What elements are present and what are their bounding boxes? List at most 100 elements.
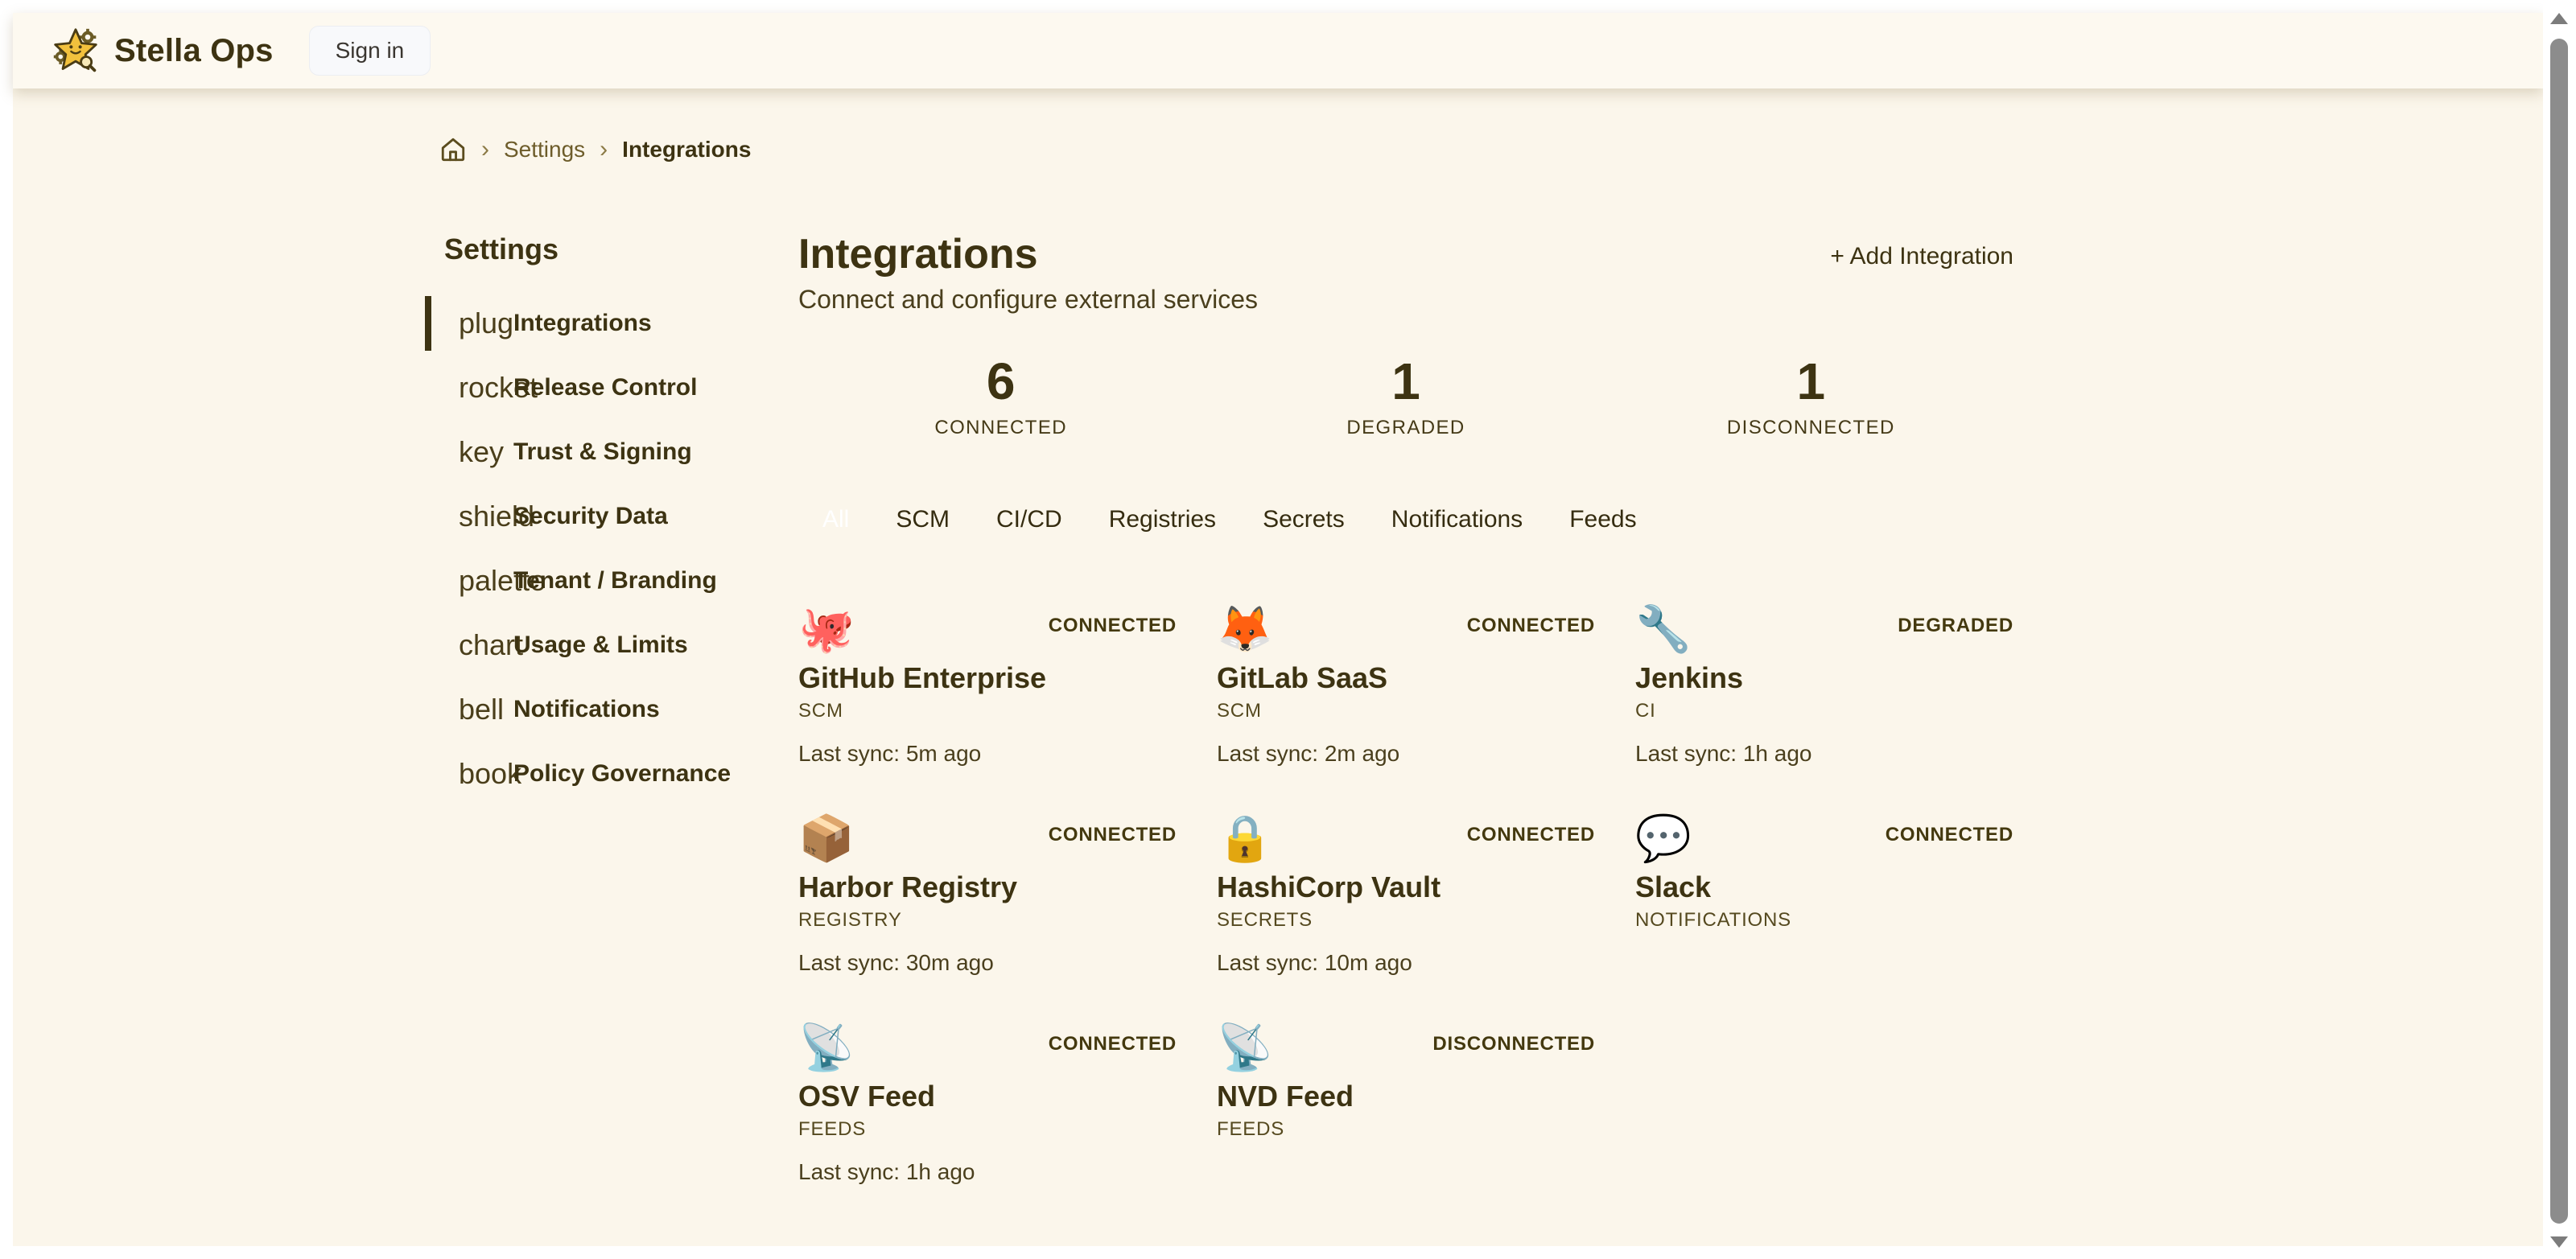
panel-title-block: Integrations Connect and configure exter…	[798, 232, 1258, 315]
integration-type: SCM	[798, 700, 1177, 722]
integration-cards-grid: 🐙 CONNECTED GitHub Enterprise SCM Last s…	[798, 603, 2013, 1186]
integration-card-harbor-registry[interactable]: 📦 CONNECTED Harbor Registry REGISTRY Las…	[798, 813, 1177, 977]
tab-registries[interactable]: Registries	[1109, 506, 1216, 533]
integration-type: SECRETS	[1217, 909, 1595, 932]
status-badge: CONNECTED	[1049, 824, 1177, 846]
integration-name: NVD Feed	[1217, 1080, 1595, 1113]
breadcrumb-separator: ›	[600, 136, 608, 163]
last-sync: Last sync: 2m ago	[1217, 740, 1595, 767]
lock-icon: 🔒	[1217, 813, 1273, 864]
stat-value: 1	[1203, 351, 1608, 412]
sidebar-item-label: Policy Governance	[513, 760, 731, 788]
integration-type: SCM	[1217, 700, 1595, 722]
sidebar-item-label: Tenant / Branding	[513, 567, 717, 595]
sidebar-item-label: Notifications	[513, 696, 660, 723]
last-sync: Last sync: 30m ago	[798, 949, 1177, 977]
stat-disconnected: 1 DISCONNECTED	[1609, 351, 2013, 439]
add-integration-button[interactable]: + Add Integration	[1830, 243, 2013, 270]
sidebar-item-security-data[interactable]: shield Security Data	[412, 484, 798, 549]
last-sync: Last sync: 5m ago	[798, 740, 1177, 767]
page-content: › Settings › Integrations Settings plug …	[13, 88, 2543, 1186]
integration-card-osv-feed[interactable]: 📡 CONNECTED OSV Feed FEEDS Last sync: 1h…	[798, 1022, 1177, 1186]
plug-icon: plug	[459, 307, 513, 340]
package-icon: 📦	[798, 813, 855, 864]
scrollbar-thumb[interactable]	[2550, 39, 2568, 1224]
stat-connected: 6 CONNECTED	[798, 351, 1203, 439]
stat-value: 1	[1609, 351, 2013, 412]
category-tabs: All SCM CI/CD Registries Secrets Notific…	[822, 504, 2013, 536]
status-badge: CONNECTED	[1467, 824, 1595, 846]
integration-card-nvd-feed[interactable]: 📡 DISCONNECTED NVD Feed FEEDS	[1217, 1022, 1595, 1186]
settings-sidebar: Settings plug Integrations rocket Releas…	[412, 232, 798, 1186]
key-icon: key	[459, 435, 504, 469]
sign-in-button[interactable]: Sign in	[309, 26, 431, 76]
scrollbar-up-arrow-icon[interactable]	[2550, 13, 2568, 24]
integration-name: HashiCorp Vault	[1217, 870, 1595, 904]
sidebar-item-tenant-branding[interactable]: palette Tenant / Branding	[412, 549, 798, 613]
wrench-icon: 🔧	[1635, 603, 1692, 655]
sidebar-item-label: Trust & Signing	[513, 438, 692, 466]
stat-label: DEGRADED	[1203, 417, 1608, 439]
satellite-antenna-icon: 📡	[798, 1022, 855, 1073]
status-badge: DEGRADED	[1898, 615, 2013, 637]
breadcrumb-settings-link[interactable]: Settings	[504, 137, 585, 163]
integration-name: OSV Feed	[798, 1080, 1177, 1113]
scrollbar-down-arrow-icon[interactable]	[2550, 1236, 2568, 1248]
stat-value: 6	[798, 351, 1203, 412]
tab-feeds[interactable]: Feeds	[1569, 506, 1636, 533]
integration-name: Jenkins	[1635, 661, 2013, 695]
last-sync: Last sync: 1h ago	[798, 1158, 1177, 1186]
page-title: Integrations	[798, 232, 1258, 277]
breadcrumb-separator: ›	[481, 136, 489, 163]
tab-cicd[interactable]: CI/CD	[996, 506, 1062, 533]
tab-secrets[interactable]: Secrets	[1263, 506, 1345, 533]
integration-type: FEEDS	[798, 1118, 1177, 1141]
integration-card-github-enterprise[interactable]: 🐙 CONNECTED GitHub Enterprise SCM Last s…	[798, 603, 1177, 767]
brand: Stella Ops	[52, 27, 274, 75]
sidebar-item-label: Release Control	[513, 374, 697, 401]
sidebar-item-policy-governance[interactable]: book Policy Governance	[412, 742, 798, 806]
last-sync: Last sync: 10m ago	[1217, 949, 1595, 977]
integration-type: NOTIFICATIONS	[1635, 909, 2013, 932]
integration-card-slack[interactable]: 💬 CONNECTED Slack NOTIFICATIONS	[1635, 813, 2013, 977]
brand-name: Stella Ops	[114, 33, 274, 69]
home-icon[interactable]	[439, 136, 467, 163]
status-summary: 6 CONNECTED 1 DEGRADED 1 DISCONNECTED	[798, 351, 2013, 439]
scrollbar[interactable]	[2543, 0, 2576, 1259]
integration-name: GitLab SaaS	[1217, 661, 1595, 695]
sidebar-item-notifications[interactable]: bell Notifications	[412, 677, 798, 742]
status-badge: CONNECTED	[1049, 615, 1177, 637]
sidebar-item-label: Usage & Limits	[513, 632, 688, 659]
sidebar-nav: plug Integrations rocket Release Control…	[412, 291, 798, 806]
breadcrumb-current: Integrations	[622, 137, 751, 163]
speech-balloon-icon: 💬	[1635, 813, 1692, 864]
stat-label: DISCONNECTED	[1609, 417, 2013, 439]
integration-card-jenkins[interactable]: 🔧 DEGRADED Jenkins CI Last sync: 1h ago	[1635, 603, 2013, 767]
integrations-panel: Integrations Connect and configure exter…	[798, 232, 2013, 1186]
stella-ops-logo-icon	[52, 27, 100, 75]
integration-name: GitHub Enterprise	[798, 661, 1177, 695]
sidebar-item-integrations[interactable]: plug Integrations	[412, 291, 798, 356]
status-badge: CONNECTED	[1467, 615, 1595, 637]
last-sync: Last sync: 1h ago	[1635, 740, 2013, 767]
integration-card-gitlab-saas[interactable]: 🦊 CONNECTED GitLab SaaS SCM Last sync: 2…	[1217, 603, 1595, 767]
tab-all[interactable]: All	[822, 506, 849, 533]
octopus-icon: 🐙	[798, 603, 855, 655]
sidebar-item-release-control[interactable]: rocket Release Control	[412, 356, 798, 420]
tab-notifications[interactable]: Notifications	[1391, 506, 1523, 533]
stat-degraded: 1 DEGRADED	[1203, 351, 1608, 439]
satellite-antenna-icon: 📡	[1217, 1022, 1273, 1073]
breadcrumb: › Settings › Integrations	[439, 134, 2543, 166]
sidebar-item-trust-signing[interactable]: key Trust & Signing	[412, 420, 798, 484]
fox-icon: 🦊	[1217, 603, 1273, 655]
integration-type: REGISTRY	[798, 909, 1177, 932]
sidebar-item-label: Integrations	[513, 310, 652, 337]
book-icon: book	[459, 757, 521, 791]
tab-scm[interactable]: SCM	[896, 506, 950, 533]
stat-label: CONNECTED	[798, 417, 1203, 439]
integration-card-hashicorp-vault[interactable]: 🔒 CONNECTED HashiCorp Vault SECRETS Last…	[1217, 813, 1595, 977]
integration-type: FEEDS	[1217, 1118, 1595, 1141]
sidebar-title: Settings	[444, 232, 798, 267]
sidebar-item-usage-limits[interactable]: chart Usage & Limits	[412, 613, 798, 677]
panel-header: Integrations Connect and configure exter…	[798, 232, 2013, 315]
